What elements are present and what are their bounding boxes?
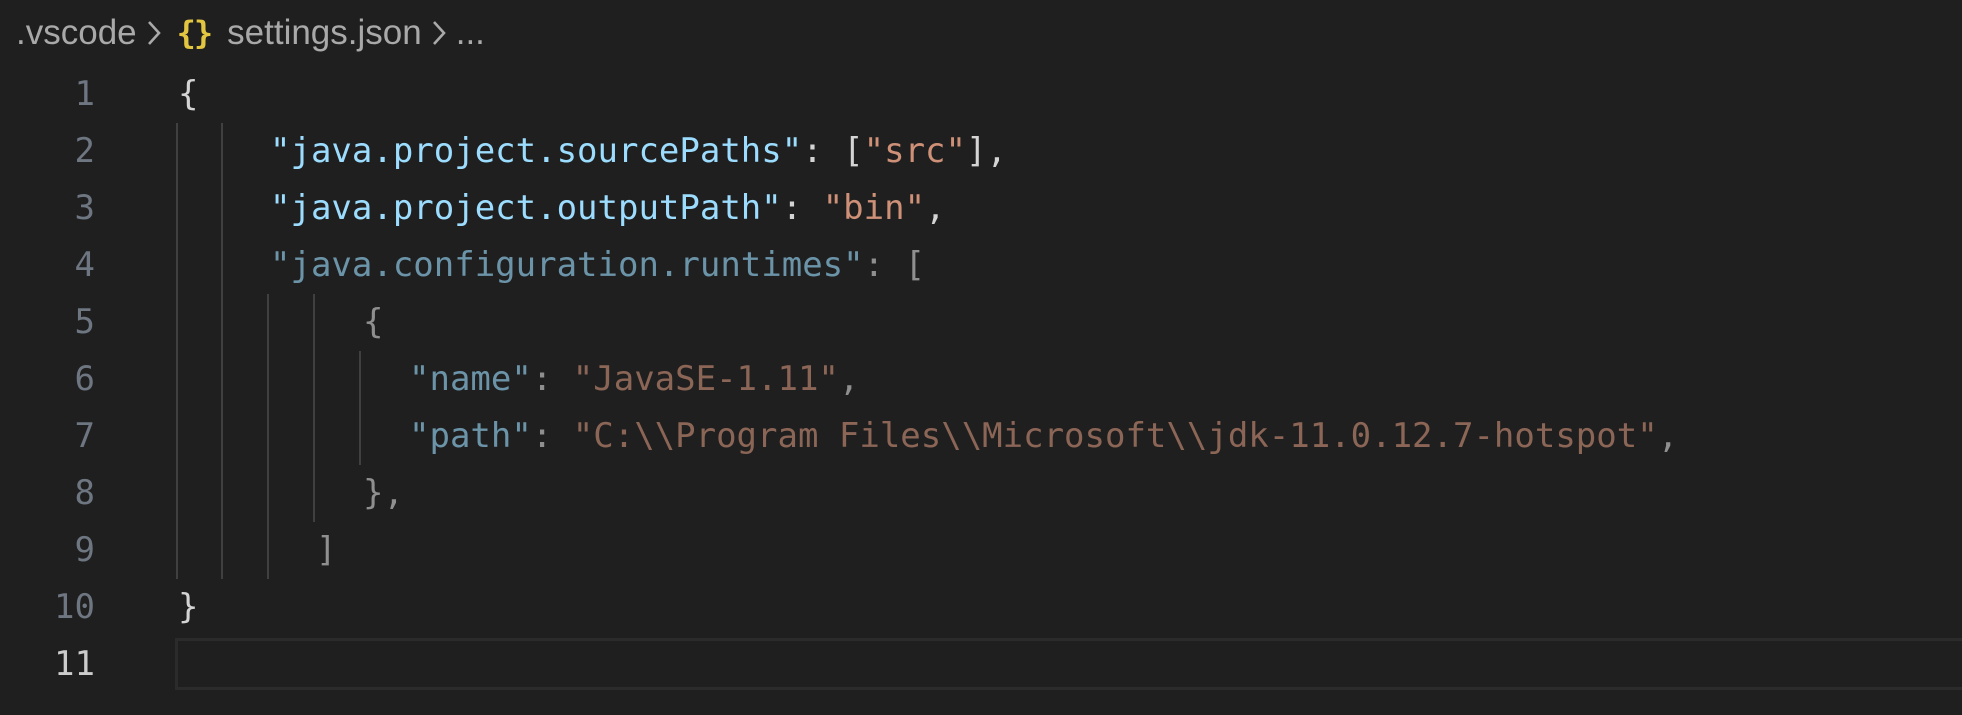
code-line[interactable]: 1{ — [0, 66, 1962, 123]
line-number: 5 — [74, 302, 95, 342]
code-text: "java.configuration.runtimes": [ — [178, 237, 925, 294]
code-line[interactable]: 8}, — [0, 465, 1962, 522]
breadcrumb-folder[interactable]: .vscode — [16, 13, 137, 53]
json-key: "name" — [409, 359, 532, 399]
json-punctuation: : — [531, 359, 573, 399]
json-string: "src" — [863, 131, 966, 171]
json-punctuation: { — [363, 302, 384, 342]
chevron-right-icon — [422, 13, 456, 53]
line-number: 10 — [54, 587, 95, 627]
code-line[interactable]: 6 "name": "JavaSE-1.11", — [0, 351, 1962, 408]
json-key: "java.project.outputPath" — [270, 188, 782, 228]
json-punctuation: : [ — [863, 245, 926, 285]
json-key: "java.configuration.runtimes" — [270, 245, 864, 285]
code-line[interactable]: 5{ — [0, 294, 1962, 351]
code-line[interactable]: 10} — [0, 579, 1962, 636]
code-text: "name": "JavaSE-1.11", — [178, 351, 859, 408]
code-line[interactable]: 9] — [0, 522, 1962, 579]
vscode-window: .vscode {} settings.json ... 1{2 "java.pr… — [0, 0, 1962, 715]
line-number: 7 — [74, 416, 95, 456]
breadcrumb: .vscode {} settings.json ... — [16, 8, 485, 58]
line-number: 4 — [74, 245, 95, 285]
json-punctuation: : [ — [802, 131, 864, 171]
json-punctuation: } — [178, 587, 199, 627]
json-punctuation: }, — [363, 473, 404, 513]
chevron-right-icon — [137, 13, 171, 53]
code-text: ] — [178, 522, 336, 579]
code-text: "path": "C:\\Program Files\\Microsoft\\j… — [178, 408, 1678, 465]
line-number: 9 — [74, 530, 95, 570]
json-punctuation: , — [838, 359, 860, 399]
code-editor[interactable]: 1{2 "java.project.sourcePaths": ["src"], 3… — [0, 66, 1962, 706]
code-text: { — [178, 66, 198, 123]
line-number: 2 — [74, 131, 95, 171]
json-string: "C:\\Program Files\\Microsoft\\jdk-11.0.… — [572, 416, 1658, 456]
json-key: "path" — [409, 416, 532, 456]
json-punctuation: ] — [316, 530, 337, 570]
code-text: "java.project.sourcePaths": ["src"], — [178, 123, 1007, 180]
code-text: }, — [178, 465, 404, 522]
json-punctuation: : — [531, 416, 573, 456]
line-number: 6 — [74, 359, 95, 399]
line-number: 3 — [74, 188, 95, 228]
breadcrumb-file[interactable]: settings.json — [227, 13, 422, 53]
code-line[interactable]: 7 "path": "C:\\Program Files\\Microsoft\\… — [0, 408, 1962, 465]
line-number: 8 — [74, 473, 95, 513]
code-line[interactable]: 3 "java.project.outputPath": "bin", — [0, 180, 1962, 237]
code-line[interactable]: 2 "java.project.sourcePaths": ["src"], — [0, 123, 1962, 180]
json-key: "java.project.sourcePaths" — [270, 131, 803, 171]
json-punctuation: : — [781, 188, 823, 228]
code-text: { — [178, 294, 383, 351]
json-punctuation: { — [178, 74, 199, 114]
json-string: "bin" — [822, 188, 926, 228]
json-string: "JavaSE-1.11" — [572, 359, 839, 399]
breadcrumb-more[interactable]: ... — [456, 13, 485, 53]
line-number: 1 — [74, 74, 95, 114]
code-line[interactable]: 11 — [0, 636, 1962, 693]
line-number: 11 — [54, 644, 95, 684]
json-punctuation: ], — [966, 131, 1007, 171]
json-braces-icon: {} — [176, 14, 214, 52]
json-punctuation: , — [1657, 416, 1679, 456]
code-text: "java.project.outputPath": "bin", — [178, 180, 946, 237]
code-text: } — [178, 579, 198, 636]
code-line[interactable]: 4 "java.configuration.runtimes": [ — [0, 237, 1962, 294]
json-punctuation: , — [925, 188, 946, 228]
